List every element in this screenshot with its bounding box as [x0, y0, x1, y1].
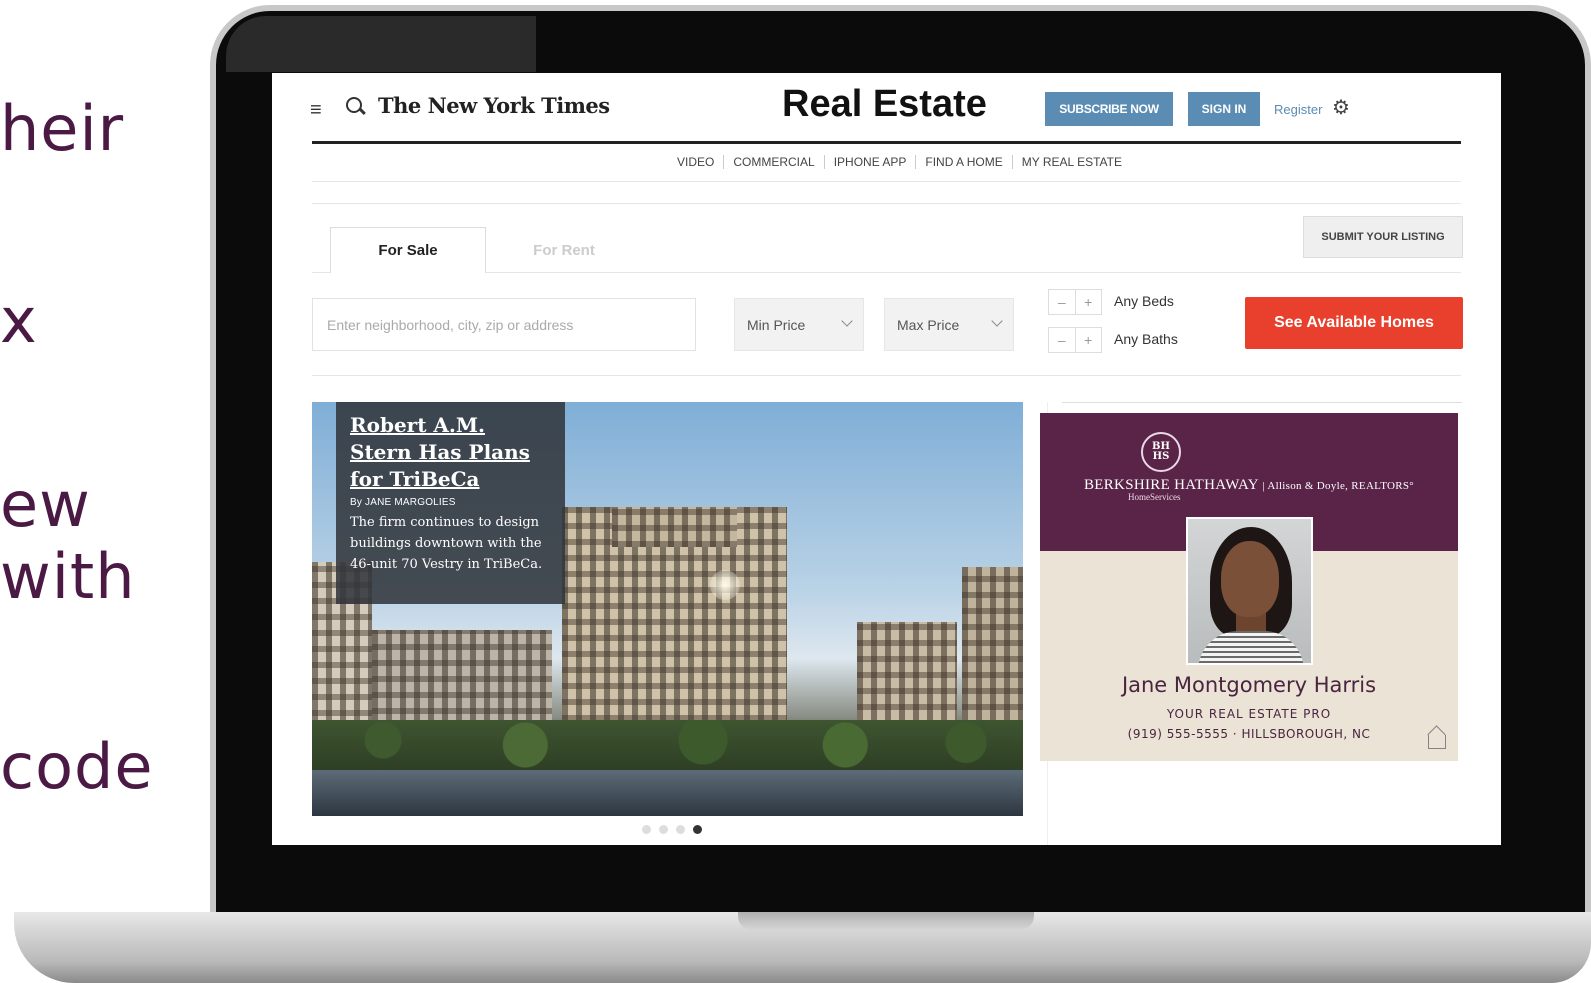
tab-for-rent[interactable]: For Rent: [486, 227, 642, 273]
ad-brand-sub: HomeServices: [1128, 492, 1181, 502]
sun-glare: [710, 570, 740, 600]
laptop-notch: [738, 912, 1034, 930]
max-price-select[interactable]: Max Price: [884, 298, 1014, 351]
hero-caption[interactable]: Robert A.M. Stern Has Plans for TriBeCa …: [336, 402, 565, 604]
sign-in-button[interactable]: SIGN IN: [1188, 92, 1260, 126]
browser-screen: ≡ The New York Times Real Estate SUBSCRI…: [272, 73, 1501, 845]
gear-icon[interactable]: ⚙: [1332, 98, 1350, 118]
bezel-glare: [226, 16, 536, 72]
hero-summary: The firm continues to design buildings d…: [350, 515, 543, 572]
hero-byline: By JANE MARGOLIES: [350, 497, 456, 508]
slide-text-line-1: heir: [0, 92, 125, 165]
carousel-dots: [642, 825, 702, 834]
header-rule: [312, 141, 1461, 144]
baths-stepper: – +: [1048, 327, 1102, 353]
see-available-homes-button[interactable]: See Available Homes: [1245, 297, 1463, 349]
max-price-label: Max Price: [897, 316, 960, 333]
min-price-label: Min Price: [747, 316, 806, 333]
agent-shirt: [1198, 631, 1304, 663]
page-title: Real Estate: [782, 83, 987, 125]
divider: [312, 181, 1461, 182]
divider: [312, 203, 1461, 204]
hero-image[interactable]: Robert A.M. Stern Has Plans for TriBeCa …: [312, 402, 1023, 816]
agent-contact: (919) 555-5555 · HILLSBOROUGH, NC: [1127, 727, 1371, 741]
ad-affiliate: | Allison & Doyle, REALTORS°: [1262, 480, 1415, 492]
min-price-select[interactable]: Min Price: [734, 298, 864, 351]
ad-top-rule: [1062, 402, 1462, 403]
hero-headline-link[interactable]: Robert A.M. Stern Has Plans for TriBeCa: [350, 412, 551, 493]
river: [312, 770, 1023, 816]
agent-tagline: YOUR REAL ESTATE PRO: [1166, 707, 1332, 721]
baths-minus-button[interactable]: –: [1049, 328, 1076, 352]
building-crown: [612, 507, 737, 547]
hamburger-menu-icon[interactable]: ≡: [310, 99, 322, 122]
agent-face: [1221, 541, 1279, 617]
realtor-ad[interactable]: BH HS BERKSHIRE HATHAWAY | Allison & Doy…: [1040, 413, 1458, 761]
search-icon[interactable]: [346, 97, 362, 113]
submit-listing-button[interactable]: SUBMIT YOUR LISTING: [1303, 216, 1463, 258]
carousel-dot[interactable]: [642, 825, 651, 834]
tab-for-sale[interactable]: For Sale: [330, 227, 486, 273]
carousel-dot[interactable]: [676, 825, 685, 834]
equal-housing-icon: [1428, 735, 1446, 749]
divider: [312, 375, 1461, 376]
location-search-input[interactable]: [312, 298, 696, 351]
baths-plus-button[interactable]: +: [1076, 328, 1102, 352]
nyt-logo[interactable]: The New York Times: [378, 93, 610, 118]
beds-plus-button[interactable]: +: [1076, 290, 1102, 314]
agent-name: Jane Montgomery Harris: [1121, 673, 1377, 697]
baths-label: Any Baths: [1114, 331, 1178, 347]
ad-brand: BERKSHIRE HATHAWAY | Allison & Doyle, RE…: [1040, 477, 1458, 494]
building-far-right: [962, 567, 1023, 742]
carousel-dot-active[interactable]: [693, 825, 702, 834]
carousel-dot[interactable]: [659, 825, 668, 834]
agent-photo: [1186, 517, 1313, 665]
subnav-item-video[interactable]: VIDEO: [668, 155, 723, 169]
slide-text-line-3: ew: [0, 468, 91, 541]
subnav-item-commercial[interactable]: COMMERCIAL: [723, 155, 823, 169]
chevron-down-icon: [991, 315, 1003, 327]
subnav-item-find-a-home[interactable]: FIND A HOME: [915, 155, 1011, 169]
register-link[interactable]: Register: [1274, 102, 1322, 117]
subscribe-button[interactable]: SUBSCRIBE NOW: [1045, 92, 1173, 126]
beds-label: Any Beds: [1114, 293, 1174, 309]
slide-text-line-4: with: [0, 540, 136, 613]
ad-brand-name: BERKSHIRE HATHAWAY: [1083, 477, 1259, 493]
subnav-item-my-real-estate[interactable]: MY REAL ESTATE: [1011, 155, 1131, 169]
chevron-down-icon: [841, 315, 853, 327]
subnav-item-iphone-app[interactable]: IPHONE APP: [823, 155, 916, 169]
bhhs-seal-logo: BH HS: [1141, 432, 1181, 472]
beds-minus-button[interactable]: –: [1049, 290, 1076, 314]
slide-text-line-5: code: [0, 730, 154, 803]
beds-stepper: – +: [1048, 289, 1102, 315]
slide-text-line-2: x: [0, 284, 38, 357]
section-subnav: VIDEO COMMERCIAL IPHONE APP FIND A HOME …: [668, 155, 1131, 169]
building-low: [372, 630, 552, 730]
tree-line: [312, 720, 1023, 770]
